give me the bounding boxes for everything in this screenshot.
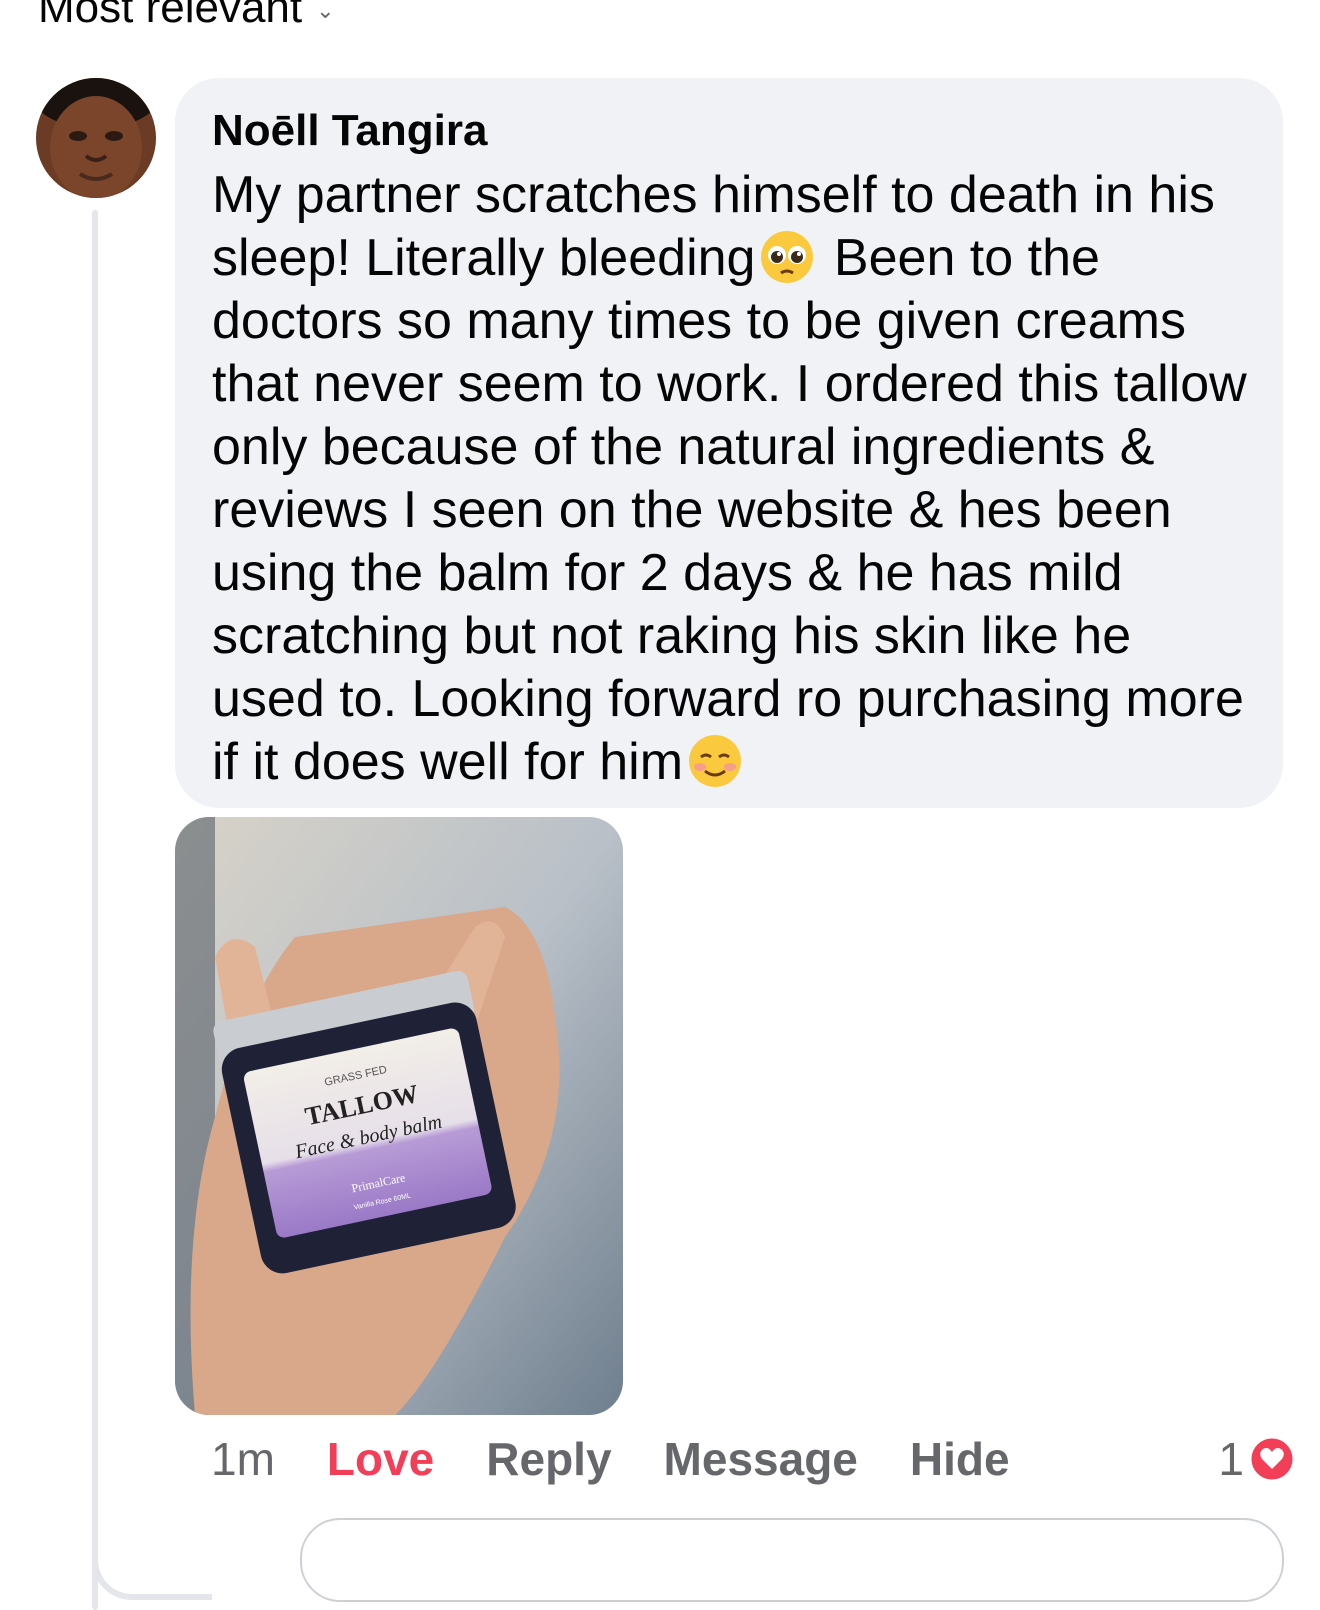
sort-label: Most relevant xyxy=(38,0,303,32)
comment-photo[interactable]: GRASS FED TALLOW Face & body balm Primal… xyxy=(175,817,623,1415)
pleading-face-emoji xyxy=(761,231,814,283)
thread-line xyxy=(92,210,98,1610)
comment-text-part2: Been to the doctors so many times to be … xyxy=(212,229,1247,791)
love-button[interactable]: Love xyxy=(327,1432,434,1486)
message-button[interactable]: Message xyxy=(664,1432,858,1486)
reaction-count: 1 xyxy=(1218,1433,1244,1485)
sort-dropdown[interactable]: Most relevant ⌄ xyxy=(38,0,335,38)
hide-button[interactable]: Hide xyxy=(910,1432,1010,1486)
smiling-face-emoji xyxy=(689,735,742,787)
reply-input[interactable] xyxy=(300,1518,1284,1602)
comment-timestamp[interactable]: 1m xyxy=(211,1432,275,1486)
reply-button[interactable]: Reply xyxy=(486,1432,611,1486)
chevron-down-icon: ⌄ xyxy=(316,0,335,23)
comment-author[interactable]: Noēll Tangira xyxy=(212,104,1253,158)
comment-bubble: Noēll Tangira My partner scratches himse… xyxy=(175,78,1283,808)
comment-actions: 1m Love Reply Message Hide xyxy=(211,1426,1010,1492)
reaction-summary[interactable]: 1 xyxy=(1218,1426,1296,1492)
comment-text: My partner scratches himself to death in… xyxy=(212,164,1253,794)
thread-connector xyxy=(92,1480,212,1600)
heart-icon xyxy=(1248,1435,1296,1483)
avatar[interactable] xyxy=(36,78,156,198)
